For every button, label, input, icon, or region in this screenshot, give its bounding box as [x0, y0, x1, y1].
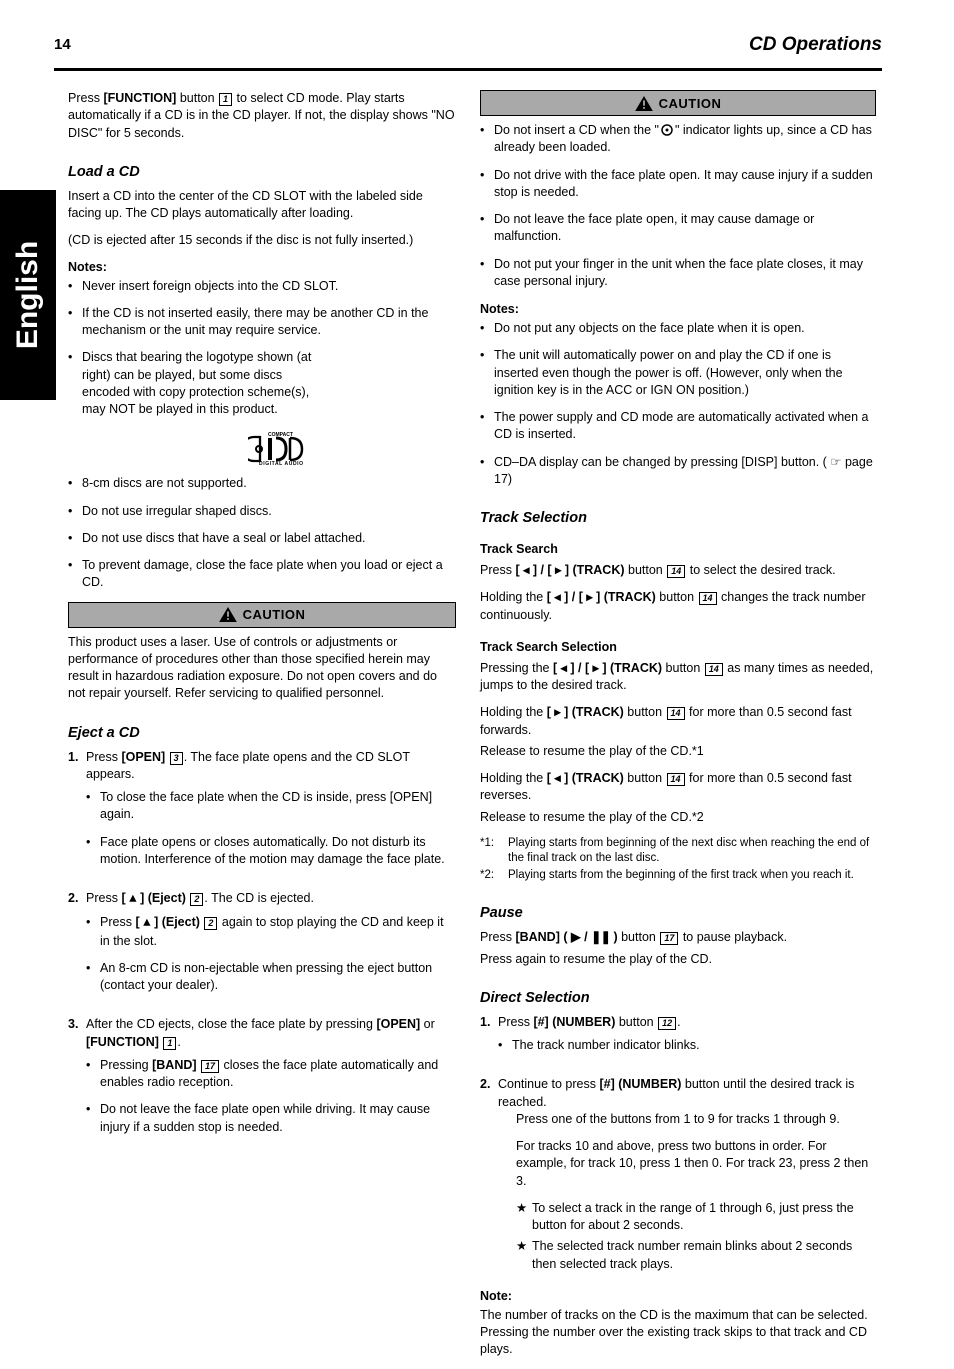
- track-search-selection-body: Pressing the [ ◂ ] / [ ▸ ] (TRACK) butto…: [480, 660, 876, 695]
- track-search-hold: Holding the [ ◂ ] / [ ▸ ] (TRACK) button…: [480, 589, 876, 624]
- note-body: The number of tracks on the CD is the ma…: [480, 1307, 876, 1359]
- caution-item: • Do not insert a CD when the "" indicat…: [480, 122, 876, 157]
- notes-heading: Notes:: [68, 260, 456, 274]
- fast-reverse: Holding the [ ◂ ] (TRACK) button 14 for …: [480, 770, 876, 805]
- track-search-heading: Track Search: [480, 542, 876, 556]
- eject-cd-heading: Eject a CD: [68, 725, 456, 741]
- note-item: • Discs that bearing the logotype shown …: [68, 349, 456, 418]
- svg-text:DIGITAL AUDIO: DIGITAL AUDIO: [259, 461, 304, 466]
- warning-icon: [219, 607, 237, 622]
- load-cd-heading: Load a CD: [68, 164, 456, 180]
- intro-paragraph: Press [FUNCTION] button 1 to select CD m…: [68, 90, 456, 142]
- caution-item: •Do not drive with the face plate open. …: [480, 167, 876, 202]
- caution-bar: CAUTION: [68, 602, 456, 628]
- warning-icon: [635, 96, 653, 111]
- fast-forward: Holding the [ ▸ ] (TRACK) button 14 for …: [480, 704, 876, 739]
- note-heading: Note:: [480, 1289, 876, 1303]
- cd-digital-audio-logo: COMPACT DIGITAL AUDIO: [248, 428, 456, 469]
- page-number: 14: [54, 36, 71, 53]
- right-column: CAUTION • Do not insert a CD when the ""…: [480, 90, 876, 1369]
- fast-forward-release: Release to resume the play of the CD.*1: [480, 743, 876, 760]
- note-item: •Do not use irregular shaped discs.: [68, 503, 456, 520]
- left-column: Press [FUNCTION] button 1 to select CD m…: [68, 90, 456, 1158]
- load-cd-caution: (CD is ejected after 15 seconds if the d…: [68, 232, 456, 249]
- header-rule: [54, 68, 882, 71]
- pause-resume: Press again to resume the play of the CD…: [480, 951, 876, 968]
- direct-selection-heading: Direct Selection: [480, 990, 876, 1006]
- eject-step-1: 1. Press [OPEN] 3. The face plate opens …: [68, 749, 456, 879]
- notes-heading: Notes:: [480, 302, 876, 316]
- track-selection-heading: Track Selection: [480, 510, 876, 526]
- pause-heading: Pause: [480, 905, 876, 921]
- track-search-selection-heading: Track Search Selection: [480, 640, 876, 654]
- caution-item: •Do not put your finger in the unit when…: [480, 256, 876, 291]
- note-item: •To prevent damage, close the face plate…: [68, 557, 456, 592]
- eject-step-2: 2. Press [ ▲ ] (Eject) 2. The CD is ejec…: [68, 890, 456, 1004]
- annotation-1: *1:Playing starts from beginning of the …: [480, 836, 876, 866]
- pause-body: Press [BAND] ( ▶ / ❚❚ ) button 17 to pau…: [480, 929, 876, 946]
- note-item: •If the CD is not inserted easily, there…: [68, 305, 456, 340]
- load-cd-body: Insert a CD into the center of the CD SL…: [68, 188, 456, 223]
- caution-bar: CAUTION: [480, 90, 876, 116]
- note-item: •Do not use discs that have a seal or la…: [68, 530, 456, 547]
- note-item: •CD–DA display can be changed by pressin…: [480, 454, 876, 489]
- note-item: •Never insert foreign objects into the C…: [68, 278, 456, 295]
- note-item: •The power supply and CD mode are automa…: [480, 409, 876, 444]
- annotation-2: *2:Playing starts from the beginning of …: [480, 868, 876, 883]
- fast-reverse-release: Release to resume the play of the CD.*2: [480, 809, 876, 826]
- caution-item: •Do not leave the face plate open, it ma…: [480, 211, 876, 246]
- track-search-body: Press [ ◂ ] / [ ▸ ] (TRACK) button 14 to…: [480, 562, 876, 579]
- direct-step-1: 1. Press [#] (NUMBER) button 12. •The tr…: [480, 1014, 876, 1065]
- note-item: •Do not put any objects on the face plat…: [480, 320, 876, 337]
- direct-step-2: 2. Continue to press [#] (NUMBER) button…: [480, 1076, 876, 1277]
- page-title: CD Operations: [749, 34, 882, 56]
- eject-step-3: 3. After the CD ejects, close the face p…: [68, 1016, 456, 1146]
- caution-text: This product uses a laser. Use of contro…: [68, 634, 456, 703]
- note-item: •8-cm discs are not supported.: [68, 475, 456, 492]
- language-tab: English: [0, 190, 56, 400]
- note-item: •The unit will automatically power on an…: [480, 347, 876, 399]
